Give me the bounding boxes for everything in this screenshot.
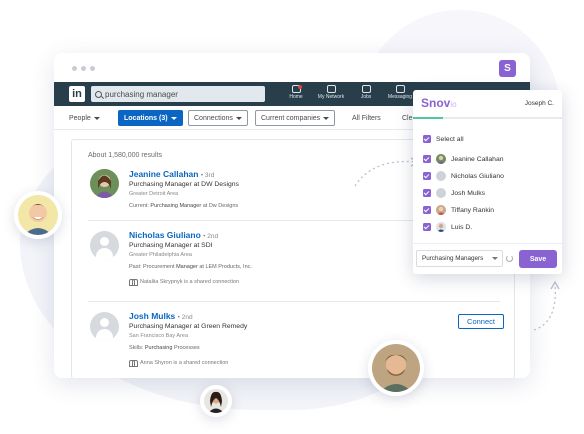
select-all-label: Select all [436, 135, 464, 143]
avatar [436, 222, 446, 232]
result-name[interactable]: Nicholas Giuliano • 2nd [129, 230, 218, 240]
result-location: Greater Detroit Area [129, 191, 179, 197]
avatar[interactable] [90, 169, 119, 198]
progress-fill [413, 117, 443, 119]
notification-dot [298, 85, 302, 89]
person-name: Tiffany Rankin [451, 206, 495, 214]
filter-connections[interactable]: Connections [188, 110, 248, 126]
result-snippet: Current: Purchasing Manager at Dw Design… [129, 203, 239, 209]
snov-extension-button[interactable]: S [499, 60, 516, 77]
checkbox-icon [423, 206, 431, 214]
nav-label: My Network [317, 94, 345, 100]
list-select[interactable]: Purchasing Managers [416, 250, 503, 267]
list-select-value: Purchasing Managers [422, 255, 484, 262]
shared-connection[interactable]: Nataliia Skrypnyk is a shared connection [129, 279, 239, 286]
avatar [436, 154, 446, 164]
result-count: About 1,580,000 results [88, 152, 162, 159]
save-button[interactable]: Save [519, 250, 557, 268]
caret-down-icon [492, 257, 498, 260]
divider [88, 301, 500, 302]
nav-label: Jobs [360, 94, 372, 100]
person-name: Jeanine Callahan [451, 155, 504, 163]
person-checkbox[interactable]: Tiffany Rankin [423, 204, 494, 216]
floating-avatar [14, 191, 62, 239]
snov-extension-panel: Snovio Joseph C. Select all Jeanine Call… [413, 90, 562, 274]
nav-label: Home [289, 94, 303, 100]
linkedin-logo[interactable]: in [69, 86, 85, 102]
result-name[interactable]: Jeanine Callahan • 3rd [129, 169, 214, 179]
avatar [436, 171, 446, 181]
floating-avatar [368, 340, 424, 396]
person-name: Luis D. [451, 223, 473, 231]
avatar [436, 205, 446, 215]
checkbox-icon [423, 155, 431, 163]
refresh-icon[interactable] [506, 255, 513, 262]
checkbox-icon [423, 223, 431, 231]
messaging-icon [395, 85, 405, 93]
result-snippet: Past: Procurement Manager at LEM Product… [129, 264, 252, 270]
filter-label: Current companies [261, 114, 321, 122]
person-checkbox[interactable]: Josh Mulks [423, 187, 485, 199]
nav-home[interactable]: Home [276, 85, 316, 100]
network-icon [326, 85, 336, 93]
filter-current-companies[interactable]: Current companies [255, 110, 336, 126]
jobs-icon [361, 85, 371, 93]
avatar[interactable] [90, 231, 119, 260]
filter-label: People [69, 114, 91, 122]
caret-down-icon [323, 116, 330, 120]
select-all-checkbox[interactable]: Select all [423, 133, 464, 145]
snov-user-name: Joseph C. [524, 100, 554, 107]
result-title: Purchasing Manager at SDI [129, 242, 213, 249]
checkbox-icon [423, 172, 431, 180]
result-name[interactable]: Josh Mulks • 2nd [129, 311, 193, 321]
caret-down-icon [93, 116, 100, 120]
connector-arrow [533, 280, 560, 331]
result-location: San Francisco Bay Area [129, 333, 189, 339]
person-name: Nicholas Giuliano [451, 172, 504, 180]
result-snippet: Skills: Purchasing Processes [129, 345, 200, 351]
nav-my-network[interactable]: My Network [311, 85, 351, 100]
shared-connection-icon [129, 360, 138, 367]
caret-down-icon [235, 116, 242, 120]
checkbox-icon [423, 135, 431, 143]
shared-connection[interactable]: Anna Shyron is a shared connection [129, 360, 228, 367]
shared-connection-icon [129, 279, 138, 286]
divider [413, 243, 562, 244]
filter-all-filters[interactable]: All Filters [347, 110, 386, 126]
search-icon [95, 90, 102, 98]
snov-logo: Snovio [421, 96, 457, 110]
person-checkbox[interactable]: Nicholas Giuliano [423, 170, 504, 182]
caret-down-icon [170, 116, 177, 120]
result-location: Greater Philadelphia Area [129, 252, 192, 258]
checkbox-icon [423, 189, 431, 197]
person-name: Josh Mulks [451, 189, 485, 197]
hero-illustration: S in purchasing manager Home My Network … [0, 0, 584, 434]
window-dots [72, 66, 95, 71]
filter-label: Connections [194, 114, 233, 122]
filter-locations[interactable]: Locations (3) [118, 110, 183, 126]
floating-avatar [200, 385, 232, 417]
nav-label: Messaging [387, 94, 413, 100]
connect-button[interactable]: Connect [458, 314, 504, 329]
avatar[interactable] [90, 312, 119, 341]
avatar [436, 188, 446, 198]
filter-label: Locations (3) [124, 114, 168, 122]
person-checkbox[interactable]: Luis D. [423, 221, 472, 233]
person-checkbox[interactable]: Jeanine Callahan [423, 153, 504, 165]
search-value: purchasing manager [105, 89, 178, 99]
search-input[interactable]: purchasing manager [91, 86, 265, 102]
result-title: Purchasing Manager at Green Remedy [129, 323, 248, 330]
result-title: Purchasing Manager at DW Designs [129, 181, 239, 188]
filter-people[interactable]: People [64, 110, 105, 126]
